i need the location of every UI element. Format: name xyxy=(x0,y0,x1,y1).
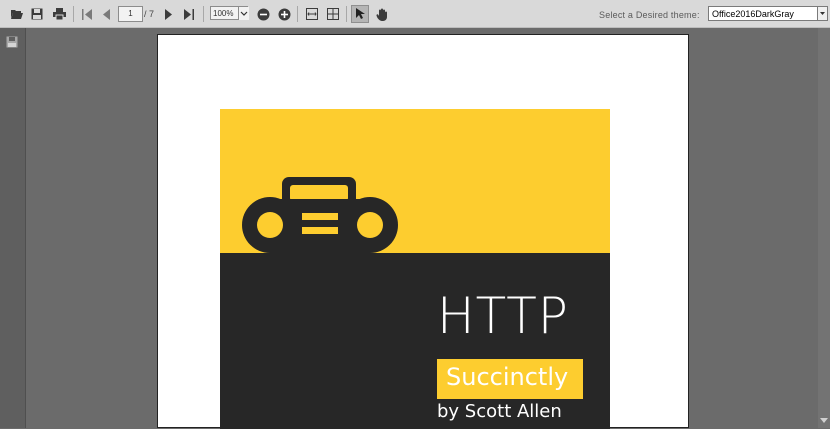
fit-page-button[interactable] xyxy=(324,5,342,23)
save-button[interactable] xyxy=(28,5,46,23)
viewer-toolbar: 1 / 7 100% Select a Desired theme: Offic… xyxy=(0,0,830,28)
book-author: by Scott Allen xyxy=(437,401,562,422)
pan-tool-button[interactable] xyxy=(373,5,391,23)
select-tool-button[interactable] xyxy=(351,5,369,23)
book-title: HTTP xyxy=(437,287,569,345)
chevron-down-icon xyxy=(820,12,825,15)
toolbar-separator xyxy=(297,6,298,22)
first-page-icon xyxy=(82,8,92,20)
next-page-button[interactable] xyxy=(160,5,178,23)
thumbnail-sidebar xyxy=(0,28,26,428)
vertical-scrollbar[interactable] xyxy=(818,28,830,428)
page-number-input[interactable]: 1 xyxy=(118,6,143,22)
zoom-dropdown-button[interactable] xyxy=(238,7,249,20)
open-icon xyxy=(11,10,23,19)
zoom-out-button[interactable] xyxy=(254,5,272,23)
toolbar-separator xyxy=(346,6,347,22)
print-button[interactable] xyxy=(50,5,68,23)
open-button[interactable] xyxy=(8,5,26,23)
theme-label: Select a Desired theme: xyxy=(599,10,700,20)
toolbar-separator xyxy=(203,6,204,22)
radio-icon xyxy=(242,177,398,253)
fit-width-button[interactable] xyxy=(303,5,321,23)
pan-tool-icon xyxy=(376,8,387,21)
sidebar-save-button[interactable] xyxy=(6,35,18,48)
theme-dropdown-button[interactable] xyxy=(817,6,828,21)
zoom-in-button[interactable] xyxy=(275,5,293,23)
zoom-out-icon xyxy=(257,8,269,20)
print-icon xyxy=(52,8,66,20)
scroll-down-arrow-icon[interactable] xyxy=(820,418,828,424)
previous-page-icon xyxy=(103,8,110,20)
page-total: / 7 xyxy=(144,9,155,19)
last-page-icon xyxy=(184,8,194,20)
fit-width-icon xyxy=(306,8,318,20)
fit-page-icon xyxy=(327,8,339,20)
series-badge-text: Succinctly xyxy=(446,363,569,391)
zoom-in-icon xyxy=(278,8,290,20)
select-tool-icon xyxy=(356,8,365,19)
save-icon xyxy=(31,8,43,20)
toolbar-separator xyxy=(73,6,74,22)
previous-page-button[interactable] xyxy=(97,5,115,23)
chevron-down-icon xyxy=(240,11,248,16)
next-page-icon xyxy=(165,8,172,20)
last-page-button[interactable] xyxy=(180,5,198,23)
first-page-button[interactable] xyxy=(78,5,96,23)
theme-select[interactable]: Office2016DarkGray xyxy=(708,6,818,21)
document-page: HTTP Succinctly by Scott Allen xyxy=(157,34,689,429)
save-thumbnail-icon xyxy=(6,36,18,48)
book-cover: HTTP Succinctly by Scott Allen xyxy=(220,109,610,429)
